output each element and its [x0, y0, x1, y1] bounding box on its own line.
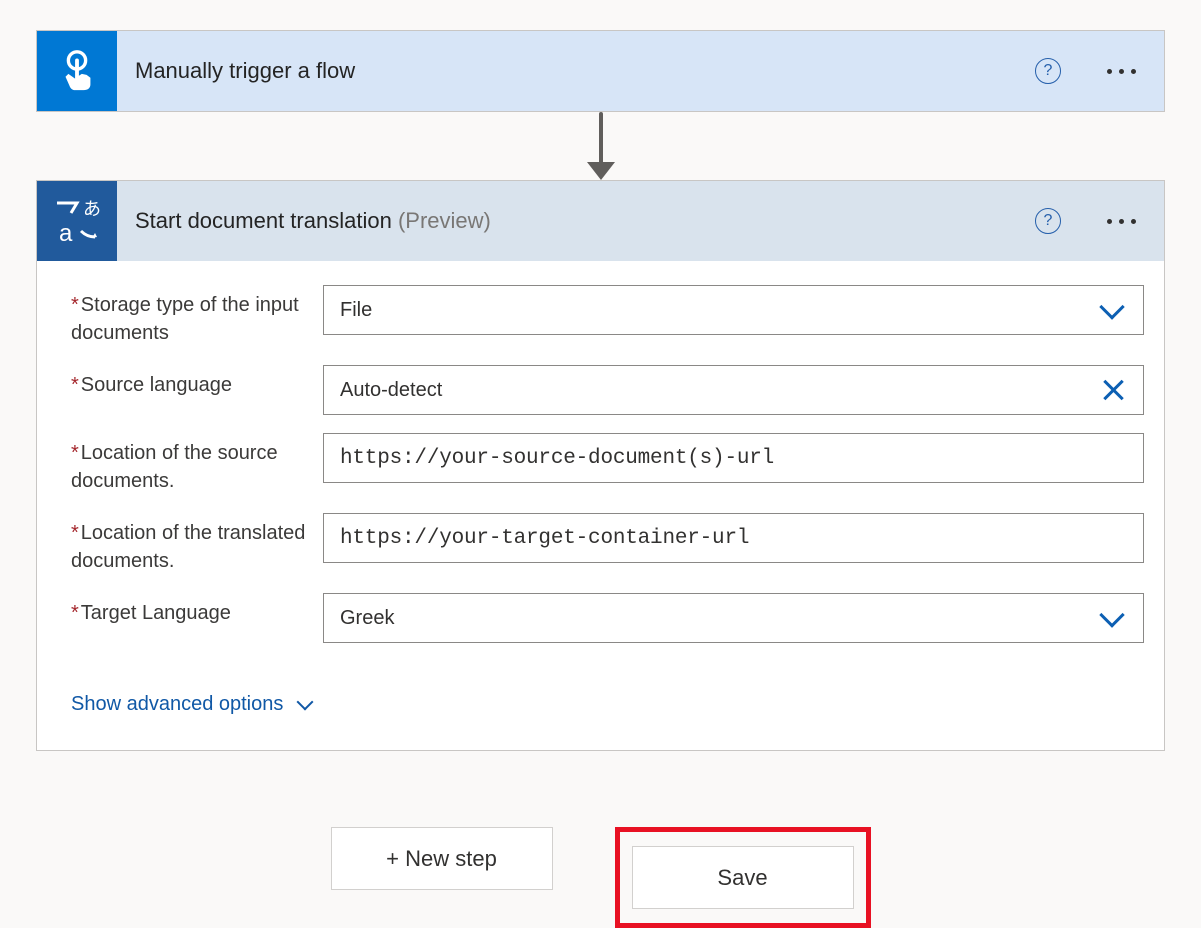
- connector-arrow: [36, 112, 1165, 180]
- source-language-select[interactable]: Auto-detect: [323, 365, 1144, 415]
- label-source-location: *Location of the source documents.: [71, 433, 323, 495]
- label-target-location: *Location of the translated documents.: [71, 513, 323, 575]
- source-language-value: Auto-detect: [340, 379, 1101, 402]
- more-icon[interactable]: [1101, 69, 1142, 74]
- help-icon[interactable]: ?: [1035, 58, 1061, 84]
- target-location-input[interactable]: https://your-target-container-url: [323, 513, 1144, 563]
- manual-trigger-icon: [37, 31, 117, 111]
- source-location-input[interactable]: https://your-source-document(s)-url: [323, 433, 1144, 483]
- action-title-text: Start document translation: [135, 208, 392, 233]
- chevron-down-icon: [297, 693, 314, 710]
- label-source-language: *Source language: [71, 365, 323, 399]
- source-location-value: https://your-source-document(s)-url: [340, 447, 1127, 470]
- chevron-down-icon: [1099, 602, 1124, 627]
- storage-type-value: File: [340, 299, 1103, 322]
- target-language-value: Greek: [340, 607, 1103, 630]
- action-body: *Storage type of the input documents Fil…: [37, 261, 1164, 750]
- row-source-language: *Source language Auto-detect: [71, 365, 1144, 415]
- row-target-language: *Target Language Greek: [71, 593, 1144, 643]
- storage-type-select[interactable]: File: [323, 285, 1144, 335]
- target-location-value: https://your-target-container-url: [340, 527, 1127, 550]
- new-step-label: + New step: [386, 846, 497, 872]
- row-storage-type: *Storage type of the input documents Fil…: [71, 285, 1144, 347]
- new-step-button[interactable]: + New step: [331, 827, 553, 890]
- trigger-card: Manually trigger a flow ?: [36, 30, 1165, 112]
- trigger-header[interactable]: Manually trigger a flow ?: [37, 31, 1164, 111]
- action-title: Start document translation (Preview): [117, 208, 1035, 234]
- target-language-select[interactable]: Greek: [323, 593, 1144, 643]
- label-target-language: *Target Language: [71, 593, 323, 627]
- more-icon[interactable]: [1101, 219, 1142, 224]
- help-icon[interactable]: ?: [1035, 208, 1061, 234]
- chevron-down-icon: [1099, 294, 1124, 319]
- action-card: あ a Start document translation (Preview)…: [36, 180, 1165, 751]
- trigger-title: Manually trigger a flow: [117, 58, 1035, 84]
- row-source-location: *Location of the source documents. https…: [71, 433, 1144, 495]
- preview-tag: (Preview): [398, 208, 491, 233]
- svg-text:あ: あ: [83, 199, 101, 219]
- footer-buttons: + New step Save: [36, 827, 1165, 928]
- action-header[interactable]: あ a Start document translation (Preview)…: [37, 181, 1164, 261]
- save-highlight-box: Save: [615, 827, 871, 928]
- row-target-location: *Location of the translated documents. h…: [71, 513, 1144, 575]
- clear-icon[interactable]: [1101, 378, 1125, 402]
- save-label: Save: [717, 865, 767, 891]
- label-storage-type: *Storage type of the input documents: [71, 285, 323, 347]
- translation-icon: あ a: [37, 181, 117, 261]
- advanced-link-text: Show advanced options: [71, 693, 283, 716]
- svg-text:a: a: [59, 220, 73, 247]
- show-advanced-options-link[interactable]: Show advanced options: [71, 693, 311, 716]
